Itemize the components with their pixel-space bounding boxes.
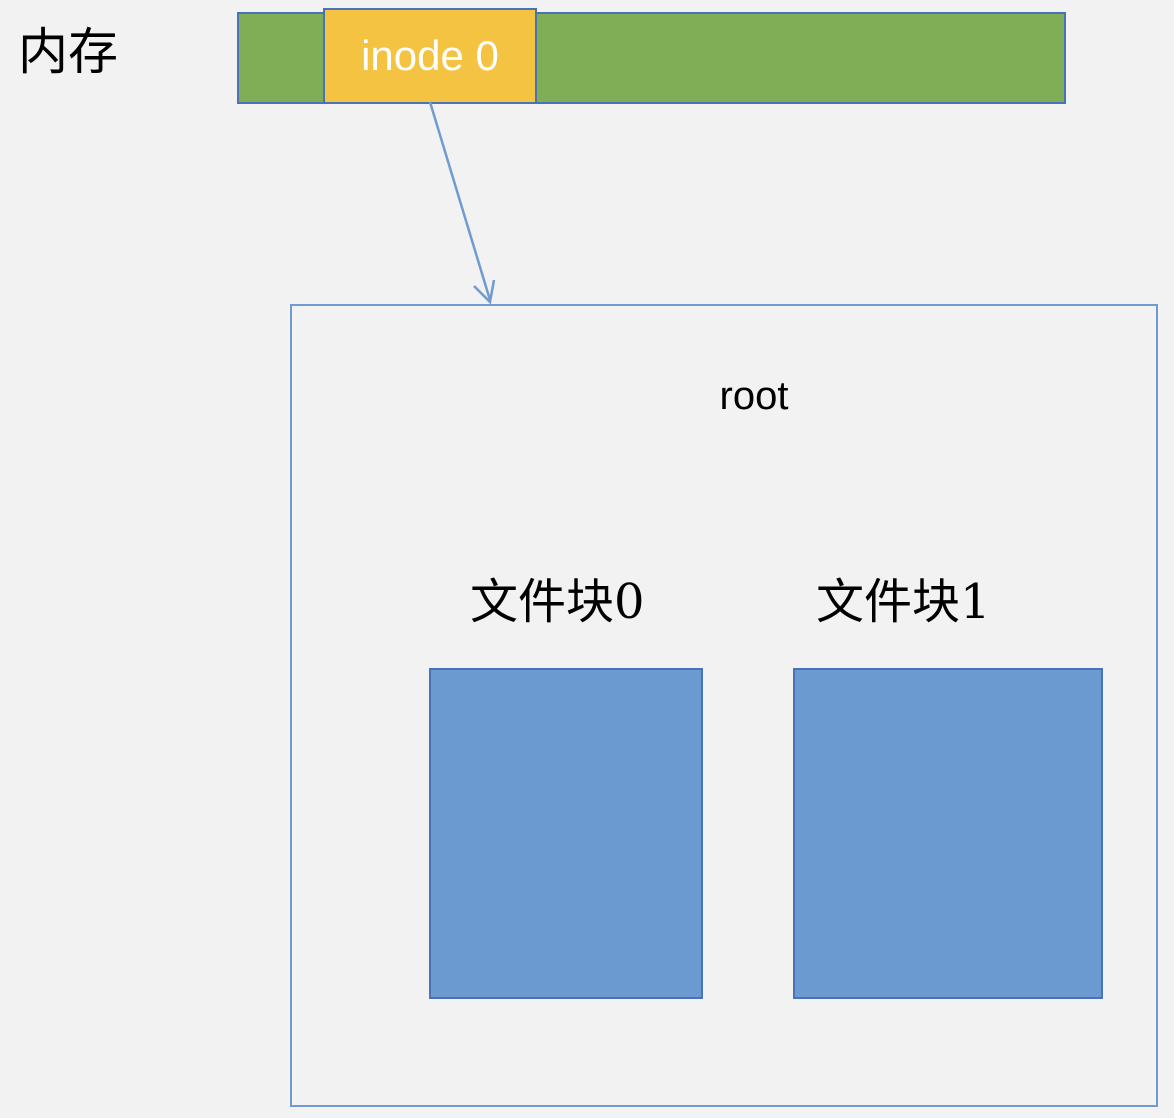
file-block-1-label: 文件块1 xyxy=(816,574,991,630)
file-block-1 xyxy=(793,668,1103,999)
file-block-0-label: 文件块0 xyxy=(470,574,645,630)
file-block-0 xyxy=(429,668,703,999)
root-label: root xyxy=(719,374,789,418)
